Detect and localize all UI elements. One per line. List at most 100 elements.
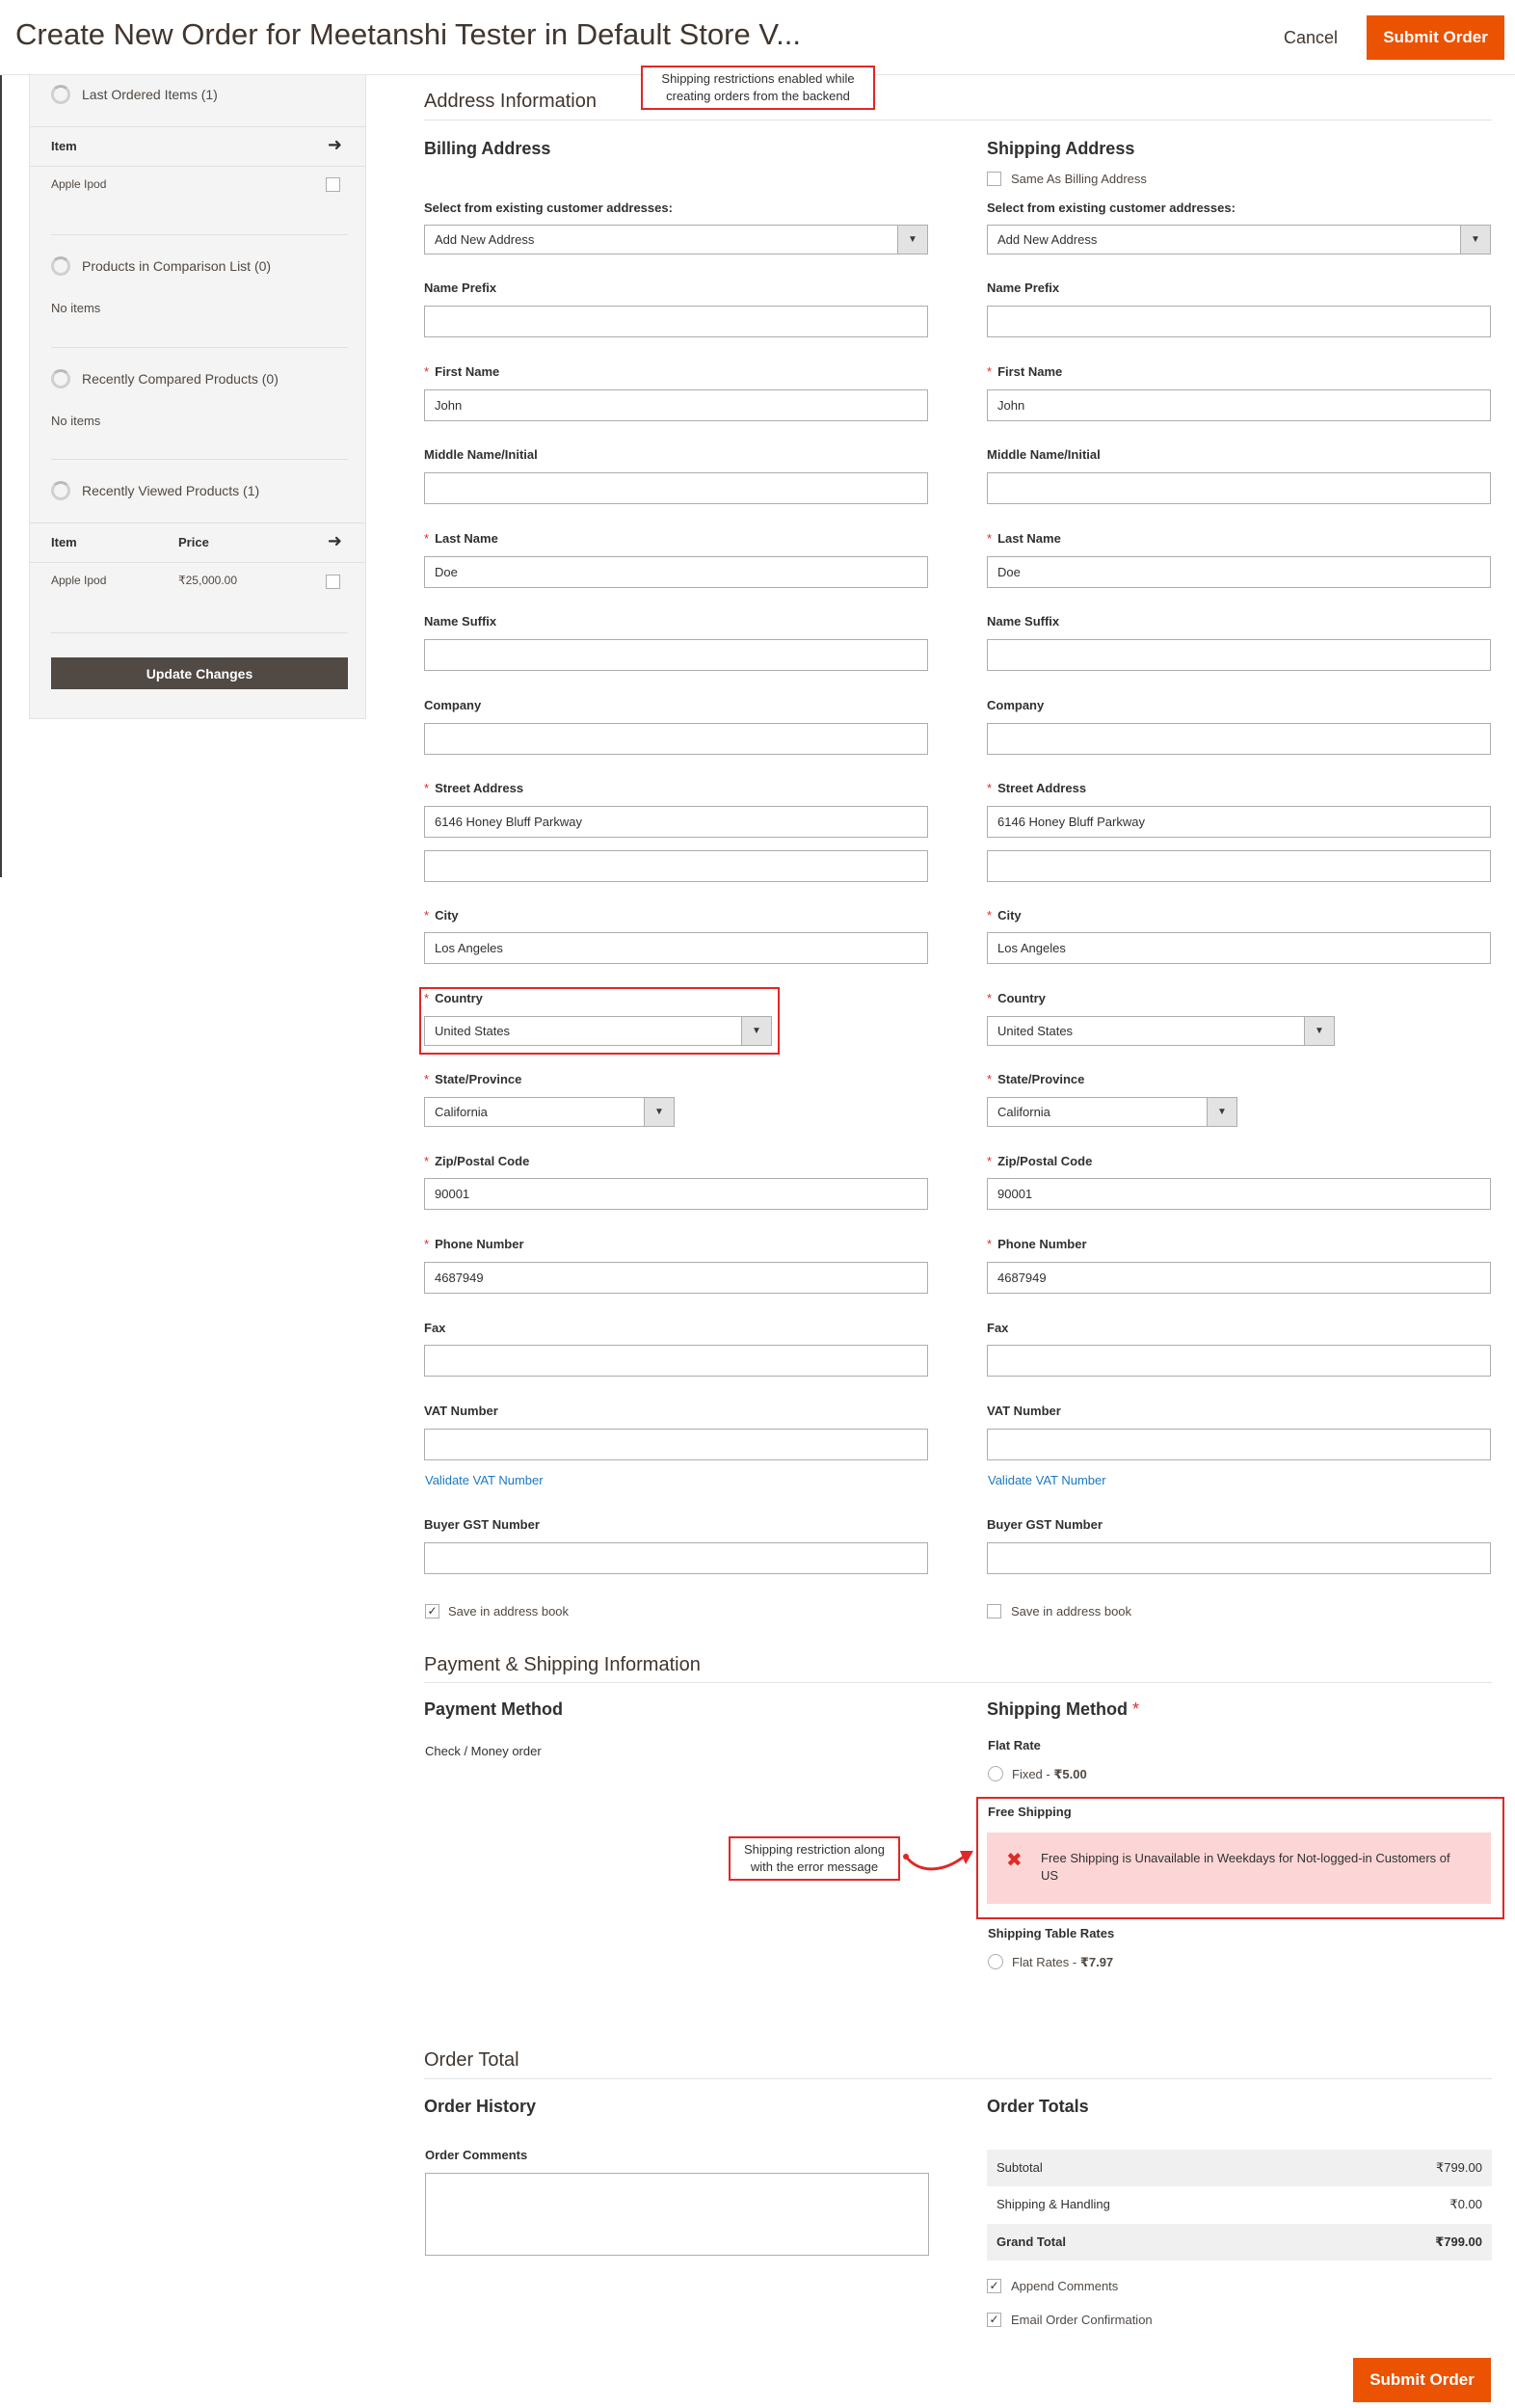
append-comments-label: Append Comments [1011,2279,1119,2293]
order-comments-textarea[interactable] [425,2173,929,2256]
billing-country-label: * Country [424,991,483,1005]
error-x-icon: ✖ [1006,1850,1023,1871]
billing-phone-input[interactable]: 4687949 [424,1262,928,1294]
billing-address-title: Billing Address [424,139,551,158]
page-header: Create New Order for Meetanshi Tester in… [0,0,1515,75]
sidebar-recently-viewed-header[interactable]: Recently Viewed Products (1) [51,481,259,500]
shipping-name-prefix-input[interactable] [987,306,1491,337]
shipping-gst-input[interactable] [987,1542,1491,1574]
sidebar-comparison-header[interactable]: Products in Comparison List (0) [51,256,271,276]
shipping-address-select[interactable]: Add New Address ▼ [987,225,1491,254]
free-shipping-error-text: Free Shipping is Unavailable in Weekdays… [1041,1851,1450,1883]
shipping-phone-input[interactable]: 4687949 [987,1262,1491,1294]
shipping-country-label: * Country [987,991,1046,1005]
flat-rate-option-label: Fixed [1012,1767,1043,1781]
billing-state-label: * State/Province [424,1072,521,1086]
billing-street-line2-input[interactable] [424,850,928,882]
submit-order-button[interactable]: Submit Order [1367,15,1504,60]
billing-validate-vat-link[interactable]: Validate VAT Number [425,1473,544,1487]
shipping-phone-label-text: Phone Number [997,1237,1087,1251]
divider [51,459,348,460]
required-icon: * [424,531,430,546]
update-changes-button[interactable]: Update Changes [51,657,348,689]
list-item: Apple Ipod [51,574,107,587]
shipping-country-value: United States [997,1024,1074,1038]
billing-vat-input[interactable] [424,1429,928,1460]
billing-first-name-label-text: First Name [435,364,500,379]
billing-last-name-input[interactable]: Doe [424,556,928,588]
email-confirmation-checkbox[interactable]: ✓ [987,2313,1001,2327]
sidebar-comparison-title: Products in Comparison List (0) [82,258,272,274]
billing-name-prefix-input[interactable] [424,306,928,337]
billing-address-select[interactable]: Add New Address ▼ [424,225,928,254]
billing-save-label: Save in address book [448,1604,570,1619]
totals-row-shipping: Shipping & Handling ₹0.00 [987,2186,1492,2223]
submit-order-bottom-button[interactable]: Submit Order [1353,2358,1491,2402]
shipping-city-label-text: City [997,908,1022,923]
append-comments-checkbox[interactable]: ✓ [987,2279,1001,2293]
shipping-method-title-text: Shipping Method [987,1699,1128,1719]
add-item-checkbox[interactable] [326,177,340,192]
arrow-right-icon[interactable]: ➜ [328,135,342,155]
address-section-title: Address Information [424,91,597,112]
billing-street-label-text: Street Address [435,781,524,795]
billing-first-name-input[interactable]: John [424,389,928,421]
cancel-button[interactable]: Cancel [1270,19,1351,56]
shipping-company-input[interactable] [987,723,1491,755]
billing-save-checkbox[interactable]: ✓ [425,1604,439,1619]
required-icon: * [424,781,430,795]
billing-country-value: United States [435,1024,511,1038]
table-rates-radio[interactable] [988,1954,1003,1969]
required-icon: * [987,781,993,795]
shipping-vat-input[interactable] [987,1429,1491,1460]
shipping-name-suffix-input[interactable] [987,639,1491,671]
shipping-state-label-text: State/Province [997,1072,1085,1086]
shipping-validate-vat-link[interactable]: Validate VAT Number [988,1473,1106,1487]
shipping-save-checkbox[interactable] [987,1604,1001,1619]
billing-street-line1-input[interactable]: 6146 Honey Bluff Parkway [424,806,928,838]
shipping-middle-name-label: Middle Name/Initial [987,447,1101,462]
shipping-zip-input[interactable]: 90001 [987,1178,1491,1210]
shipping-street-line2-input[interactable] [987,850,1491,882]
totals-value: ₹799.00 [1435,2234,1482,2249]
billing-city-input[interactable]: Los Angeles [424,932,928,964]
shipping-gst-label: Buyer GST Number [987,1517,1103,1532]
billing-state-select[interactable]: California ▼ [424,1097,675,1127]
billing-phone-label: * Phone Number [424,1237,524,1251]
billing-last-name-label-text: Last Name [435,531,498,546]
add-item-checkbox[interactable] [326,575,340,589]
billing-gst-input[interactable] [424,1542,928,1574]
same-as-billing-checkbox[interactable] [987,172,1001,186]
shipping-street-line1-input[interactable]: 6146 Honey Bluff Parkway [987,806,1491,838]
shipping-state-select[interactable]: California ▼ [987,1097,1237,1127]
billing-fax-input[interactable] [424,1345,928,1377]
sidebar-last-ordered-header[interactable]: Last Ordered Items (1) [51,85,218,104]
shipping-company-label: Company [987,698,1045,712]
callout-arrow-icon [903,1851,973,1871]
billing-fax-label: Fax [424,1321,446,1335]
billing-country-select[interactable]: United States ▼ [424,1016,772,1046]
order-total-section-title: Order Total [424,2049,519,2071]
billing-city-label-text: City [435,908,459,923]
shipping-city-input[interactable]: Los Angeles [987,932,1491,964]
billing-name-suffix-input[interactable] [424,639,928,671]
billing-middle-name-input[interactable] [424,472,928,504]
sidebar-recently-compared-header[interactable]: Recently Compared Products (0) [51,369,279,388]
billing-address-select-value: Add New Address [435,232,535,247]
required-icon: * [987,364,993,379]
list-item: Apple Ipod [51,177,107,191]
billing-zip-input[interactable]: 90001 [424,1178,928,1210]
shipping-last-name-input[interactable]: Doe [987,556,1491,588]
arrow-right-icon[interactable]: ➜ [328,531,342,551]
shipping-middle-name-input[interactable] [987,472,1491,504]
required-icon: * [987,531,993,546]
shipping-fax-input[interactable] [987,1345,1491,1377]
sidebar-recently-viewed-title: Recently Viewed Products (1) [82,483,260,498]
flat-rate-radio[interactable] [988,1766,1003,1781]
totals-row-grand-total: Grand Total ₹799.00 [987,2224,1492,2261]
shipping-first-name-input[interactable]: John [987,389,1491,421]
billing-country-label-text: Country [435,991,483,1005]
billing-company-input[interactable] [424,723,928,755]
shipping-last-name-label-text: Last Name [997,531,1061,546]
shipping-country-select[interactable]: United States ▼ [987,1016,1335,1046]
